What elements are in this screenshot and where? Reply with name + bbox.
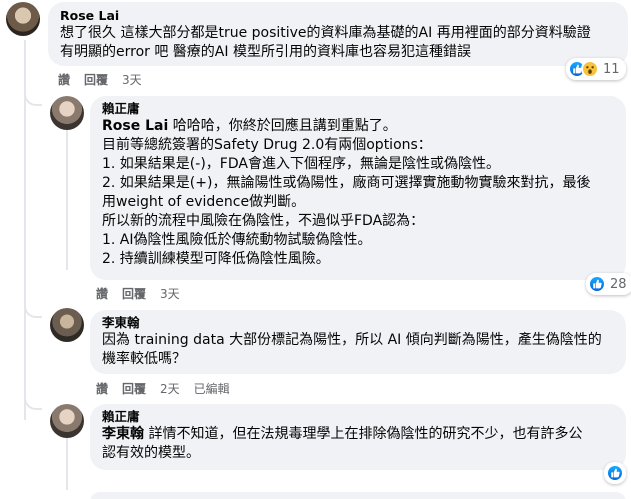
thread-connector	[24, 300, 42, 318]
comment-bubble	[90, 492, 626, 499]
comment-text-body: 目前等總統簽署的Safety Drug 2.0有兩個options： 1. 如果…	[102, 137, 591, 267]
comment-timestamp[interactable]: 2天	[160, 380, 180, 397]
reaction-count: 11	[603, 61, 620, 77]
comment-actions: 讚 回覆 3天	[96, 285, 194, 302]
like-icon	[588, 275, 606, 293]
comment-text: 想了很久 這樣大部分都是true positive的資料庫為基礎的AI 再用裡面…	[60, 25, 591, 60]
mention-link[interactable]: 李東翰	[102, 426, 144, 442]
comment-text: 因為 training data 大部份標記為陽性，所以 AI 傾向判斷為陽性，…	[102, 332, 602, 367]
avatar[interactable]	[50, 96, 84, 130]
mention-link[interactable]: Rose Lai	[102, 118, 168, 134]
reaction-summary[interactable]: 11	[566, 58, 626, 80]
comment-timestamp[interactable]: 3天	[122, 71, 142, 88]
comment-actions: 讚 回覆 3天	[58, 71, 156, 88]
avatar[interactable]	[6, 2, 40, 36]
like-icon	[606, 464, 624, 482]
like-button[interactable]: 讚	[58, 71, 70, 88]
comment-bubble: 賴正庸 李東翰 詳情不知道，但在法規毒理學上在排除偽陰性的研究不少，也有許多公 …	[90, 404, 626, 470]
comment-text-first-line: 哈哈哈，你終於回應且講到重點了。	[168, 118, 397, 134]
reply-button[interactable]: 回覆	[84, 71, 108, 88]
wow-icon	[581, 60, 599, 78]
reply-button[interactable]: 回覆	[122, 380, 146, 397]
reaction-count: 28	[610, 276, 627, 292]
comment-text: Rose Lai 哈哈哈，你終於回應且講到重點了。	[102, 117, 614, 136]
comment-author[interactable]: 李東翰	[102, 315, 614, 331]
comment-bubble: 李東翰 因為 training data 大部份標記為陽性，所以 AI 傾向判斷…	[90, 310, 626, 374]
comment-bubble: Rose Lai 想了很久 這樣大部分都是true positive的資料庫為基…	[48, 2, 628, 66]
comment-timestamp[interactable]: 3天	[160, 285, 180, 302]
like-button[interactable]: 讚	[96, 380, 108, 397]
reaction-summary[interactable]	[604, 462, 626, 484]
comment-bubble: 賴正庸 Rose Lai 哈哈哈，你終於回應且講到重點了。 目前等總統簽署的Sa…	[90, 96, 626, 280]
thread-connector	[24, 88, 42, 106]
thread-connector	[24, 392, 42, 410]
thread-line-reply	[66, 130, 68, 270]
comment-author[interactable]: 賴正庸	[102, 101, 614, 117]
comment-text: 李東翰 詳情不知道，但在法規毒理學上在排除偽陰性的研究不少，也有許多公 認有效的…	[102, 425, 614, 463]
avatar[interactable]	[50, 308, 84, 342]
comment-author[interactable]: 賴正庸	[102, 409, 614, 425]
comment-text-body: 詳情不知道，但在法規毒理學上在排除偽陰性的研究不少，也有許多公 認有效的模型。	[102, 426, 583, 461]
comment-actions: 讚 回覆 2天 已編輯	[96, 380, 244, 397]
edited-label[interactable]: 已編輯	[194, 380, 230, 397]
comment-author[interactable]: Rose Lai	[60, 8, 616, 24]
thread-line-reply	[66, 430, 68, 490]
reply-button[interactable]: 回覆	[122, 285, 146, 302]
like-button[interactable]: 讚	[96, 285, 108, 302]
reaction-summary[interactable]: 28	[586, 273, 631, 295]
avatar[interactable]	[50, 404, 84, 438]
